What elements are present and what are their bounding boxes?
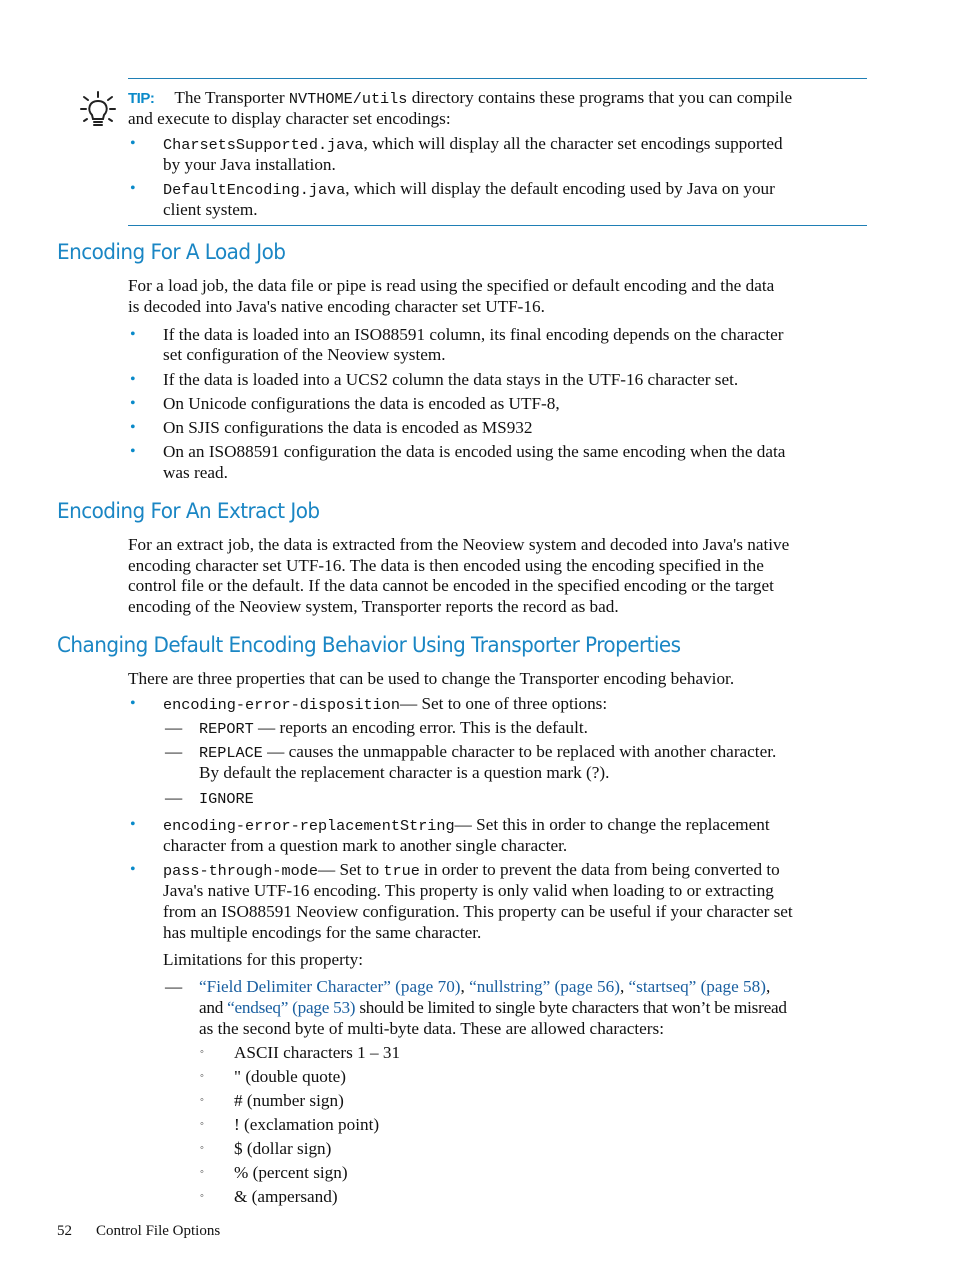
load-job-para-1: For a load job, the data file or pipe is… [128, 276, 775, 295]
tip-intro-line2: and execute to display character set enc… [128, 109, 451, 128]
dash-icon: — [165, 977, 183, 996]
extract-para-2: encoding character set UTF-16. The data … [128, 556, 764, 575]
heading-load-job: Encoding For A Load Job [57, 240, 286, 265]
limitations-label: Limitations for this property: [163, 950, 364, 969]
properties-intro: There are three properties that can be u… [128, 669, 735, 688]
option-ignore: IGNORE [199, 790, 254, 808]
tip-bottom-rule [128, 225, 867, 226]
load-bullet-5-cont: was read. [163, 463, 228, 482]
dash-icon: — [165, 742, 183, 761]
load-bullet-1-cont: set configuration of the Neoview system. [163, 345, 446, 364]
tip-top-rule [128, 78, 867, 79]
tip-label: TIP: [128, 90, 155, 107]
prop-pass-through-line4: has multiple encodings for the same char… [163, 923, 482, 942]
bullet-icon: • [130, 861, 136, 878]
circle-bullet-icon: ◦ [200, 1142, 204, 1154]
circle-bullet-icon: ◦ [200, 1190, 204, 1202]
tip-code-path: NVTHOME/utils [288, 90, 408, 108]
extract-para-4: encoding of the Neoview system, Transpor… [128, 597, 619, 616]
bullet-icon: • [130, 695, 136, 712]
dash-icon: — [165, 718, 183, 737]
tip-intro: TIP: The Transporter NVTHOME/utils direct… [128, 88, 793, 108]
bullet-icon: • [130, 371, 136, 388]
allowed-char: & (ampersand) [234, 1187, 338, 1206]
load-job-para-2: is decoded into Java's native encoding c… [128, 297, 545, 316]
heading-properties: Changing Default Encoding Behavior Using… [57, 633, 681, 658]
bullet-icon: • [130, 326, 136, 343]
extract-para-3: control file or the default. If the data… [128, 576, 774, 595]
allowed-char: # (number sign) [234, 1091, 344, 1110]
circle-bullet-icon: ◦ [200, 1070, 204, 1082]
load-bullet-3: On Unicode configurations the data is en… [163, 394, 560, 413]
prop-pass-through-line3: from an ISO88591 Neoview configuration. … [163, 902, 793, 921]
prop-replacement-string-cont: character from a question mark to anothe… [163, 836, 568, 855]
heading-extract-job: Encoding For An Extract Job [57, 499, 320, 524]
allowed-char: " (double quote) [234, 1067, 347, 1086]
load-bullet-1: If the data is loaded into an ISO88591 c… [163, 325, 784, 344]
link-startseq[interactable]: “startseq” (page 58) [629, 977, 766, 996]
circle-bullet-icon: ◦ [200, 1166, 204, 1178]
circle-bullet-icon: ◦ [200, 1118, 204, 1130]
circle-bullet-icon: ◦ [200, 1046, 204, 1058]
prop-pass-through: pass-through-mode— Set to true in order … [163, 860, 780, 880]
footer-section-title: Control File Options [96, 1223, 221, 1239]
prop-disposition: encoding-error-disposition— Set to one o… [163, 694, 608, 714]
allowed-char: ! (exclamation point) [234, 1115, 380, 1134]
link-nullstring[interactable]: “nullstring” (page 56) [469, 977, 620, 996]
option-replace: REPLACE — causes the unmappable characte… [199, 742, 777, 762]
page-number: 52 [57, 1223, 72, 1239]
load-bullet-5: On an ISO88591 configuration the data is… [163, 442, 786, 461]
tip-item-charsets: CharsetsSupported.java, which will displ… [163, 134, 783, 154]
allowed-char: % (percent sign) [234, 1163, 348, 1182]
extract-para-1: For an extract job, the data is extracte… [128, 535, 790, 554]
option-replace-cont: By default the replacement character is … [199, 763, 610, 782]
load-bullet-4: On SJIS configurations the data is encod… [163, 418, 533, 437]
bullet-icon: • [130, 443, 136, 460]
bullet-icon: • [130, 395, 136, 412]
lightbulb-icon [80, 91, 116, 126]
load-bullet-2: If the data is loaded into a UCS2 column… [163, 370, 739, 389]
bullet-icon: • [130, 419, 136, 436]
option-report: REPORT — reports an encoding error. This… [199, 718, 588, 738]
dash-icon: — [165, 788, 183, 807]
prop-replacement-string: encoding-error-replacementString— Set th… [163, 815, 770, 835]
link-endseq[interactable]: “endseq” (page 53) [227, 998, 355, 1017]
limitations-links: “Field Delimiter Character” (page 70), “… [199, 977, 771, 996]
limitations-line3: as the second byte of multi-byte data. T… [199, 1019, 664, 1038]
tip-item-default-encoding-cont: client system. [163, 200, 258, 219]
tip-item-charsets-cont: by your Java installation. [163, 155, 336, 174]
bullet-icon: • [130, 180, 136, 197]
allowed-char: $ (dollar sign) [234, 1139, 332, 1158]
bullet-icon: • [130, 135, 136, 152]
link-field-delimiter[interactable]: “Field Delimiter Character” (page 70) [199, 977, 461, 996]
allowed-char: ASCII characters 1 – 31 [234, 1043, 401, 1062]
limitations-line2: and “endseq” (page 53) should be limited… [199, 998, 787, 1017]
bullet-icon: • [130, 816, 136, 833]
circle-bullet-icon: ◦ [200, 1094, 204, 1106]
tip-item-default-encoding: DefaultEncoding.java, which will display… [163, 179, 775, 199]
prop-pass-through-line2: Java's native UTF-16 encoding. This prop… [163, 881, 774, 900]
